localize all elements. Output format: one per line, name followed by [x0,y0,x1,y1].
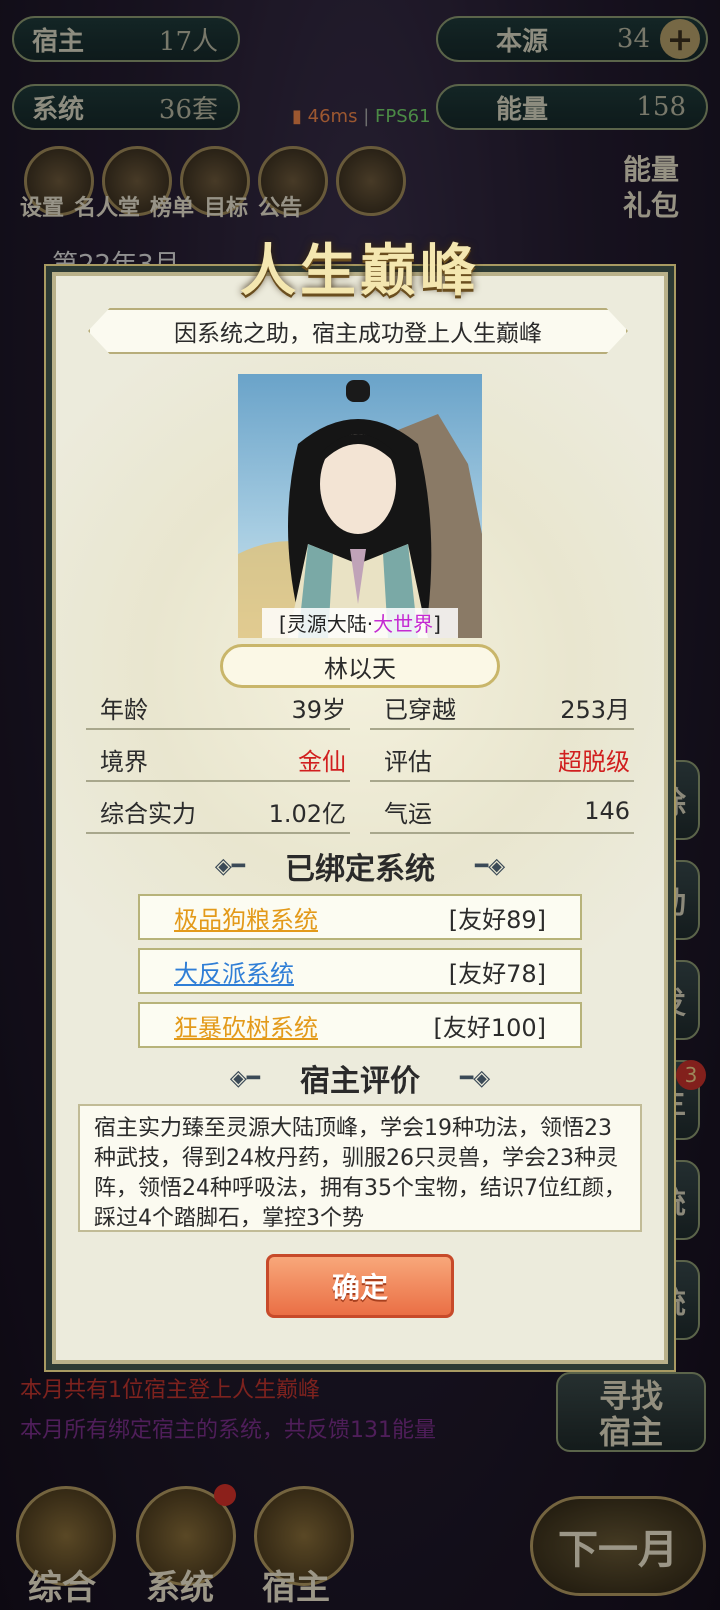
power-label: 综合实力 [100,799,196,828]
stat-age: 年龄 39岁 [86,690,350,730]
dialog-title: 人生巅峰 [240,238,480,304]
host-portrait [238,374,482,638]
system-friendship: [友好89] [448,905,546,934]
stat-realm: 境界 金仙 [86,742,350,782]
review-heading: ◈━ 宿主评价 ━◈ [96,1056,624,1100]
review-text[interactable]: 宿主实力臻至灵源大陆顶峰，学会19种功法，领悟23种武技，得到24枚丹药，驯服2… [78,1104,642,1232]
system-row[interactable]: 极品狗粮系统 [友好89] [138,894,582,940]
confirm-button[interactable]: 确定 [266,1254,454,1318]
luck-label: 气运 [384,799,432,828]
system-friendship: [友好100] [433,1013,546,1042]
luck-value: 146 [584,797,630,825]
stat-power: 综合实力 1.02亿 [86,794,350,834]
system-link[interactable]: 大反派系统 [174,954,294,989]
ornament-right-icon: ━◈ [460,1065,491,1091]
portrait-image [238,380,482,638]
system-link[interactable]: 狂暴砍树系统 [174,1008,318,1043]
world-suffix: ] [433,612,441,636]
power-value: 1.02亿 [268,799,346,828]
bound-systems-heading: ◈━ 已绑定系统 ━◈ [96,844,624,888]
travel-label: 已穿越 [384,695,456,724]
travel-value: 253月 [560,695,630,724]
stat-luck: 气运 146 [370,794,634,834]
system-friendship: [友好78] [448,959,546,988]
ornament-left-icon: ◈━ [229,1065,260,1091]
system-row[interactable]: 狂暴砍树系统 [友好100] [138,1002,582,1048]
dialog-subtitle: 因系统之助，宿主成功登上人生巅峰 [88,308,628,354]
rating-value: 超脱级 [558,747,630,776]
age-label: 年龄 [100,695,148,724]
stat-travel: 已穿越 253月 [370,690,634,730]
system-link[interactable]: 极品狗粮系统 [174,900,318,935]
ornament-right-icon: ━◈ [475,853,506,879]
review-title: 宿主评价 [300,1064,420,1099]
age-value: 39岁 [291,695,346,724]
world-label: [灵源大陆·大世界] [262,608,458,638]
realm-value: 金仙 [298,747,346,776]
world-prefix: [灵源大陆· [279,612,374,636]
system-row[interactable]: 大反派系统 [友好78] [138,948,582,994]
world-highlight: 大世界 [373,612,434,636]
stat-rating: 评估 超脱级 [370,742,634,782]
realm-label: 境界 [100,747,148,776]
host-name: 林以天 [220,644,500,688]
bound-systems-title: 已绑定系统 [285,852,435,887]
rating-label: 评估 [384,747,432,776]
ornament-left-icon: ◈━ [214,853,245,879]
